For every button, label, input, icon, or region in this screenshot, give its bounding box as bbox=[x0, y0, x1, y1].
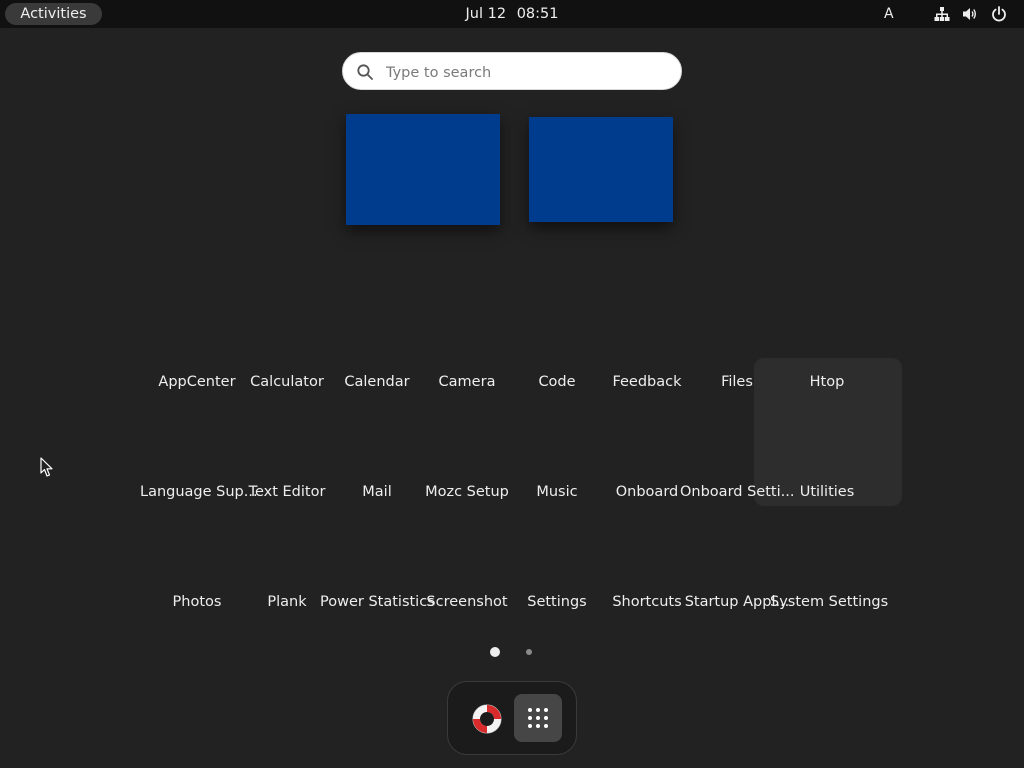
power-icon[interactable] bbox=[991, 6, 1007, 22]
app-photos[interactable]: Photos bbox=[152, 534, 242, 644]
app-feedback[interactable]: Feedback bbox=[602, 314, 692, 424]
volume-icon[interactable] bbox=[962, 6, 978, 22]
app-mozc-setup[interactable]: Mozc Setup bbox=[422, 424, 512, 534]
workspace-thumbnail[interactable] bbox=[529, 117, 673, 222]
app-mail[interactable]: Mail bbox=[332, 424, 422, 534]
app-htop[interactable]: Htop bbox=[782, 314, 872, 424]
mouse-cursor-icon bbox=[40, 457, 53, 477]
app-calendar[interactable]: Calendar bbox=[332, 314, 422, 424]
app-system-settings[interactable]: System Settings bbox=[770, 534, 888, 644]
show-apps-button[interactable] bbox=[514, 694, 562, 742]
page-indicator-1[interactable] bbox=[490, 647, 500, 657]
help-icon[interactable] bbox=[470, 702, 504, 736]
app-onboard-settings[interactable]: Onboard Setti... bbox=[680, 424, 794, 534]
search-box[interactable] bbox=[342, 52, 682, 90]
app-language-support[interactable]: Language Sup... bbox=[140, 424, 258, 534]
app-settings[interactable]: Settings bbox=[512, 534, 602, 644]
app-plank[interactable]: Plank bbox=[242, 534, 332, 644]
app-appcenter[interactable]: AppCenter bbox=[152, 314, 242, 424]
app-code[interactable]: Code bbox=[512, 314, 602, 424]
keyboard-layout-indicator[interactable]: A bbox=[884, 0, 894, 28]
app-power-statistics[interactable]: Power Statistics bbox=[320, 534, 435, 644]
search-input[interactable] bbox=[384, 61, 668, 85]
app-screenshot[interactable]: Screenshot bbox=[422, 534, 512, 644]
app-music[interactable]: Music bbox=[512, 424, 602, 534]
clock-date: Jul 12 bbox=[465, 6, 507, 22]
app-label: System Settings bbox=[770, 594, 889, 610]
app-shortcuts[interactable]: Shortcuts bbox=[602, 534, 692, 644]
app-text-editor[interactable]: Text Editor bbox=[242, 424, 332, 534]
app-onboard[interactable]: Onboard bbox=[602, 424, 692, 534]
search-icon bbox=[357, 64, 373, 80]
app-camera[interactable]: Camera bbox=[422, 314, 512, 424]
app-folder-utilities[interactable]: Utilities bbox=[782, 424, 872, 534]
app-label: Utilities bbox=[799, 484, 855, 500]
dock bbox=[447, 681, 577, 755]
clock-time: 08:51 bbox=[516, 6, 559, 22]
top-bar: Activities Jul 12 08:51 A bbox=[0, 0, 1024, 28]
activities-button[interactable]: Activities bbox=[5, 3, 102, 25]
app-calculator[interactable]: Calculator bbox=[242, 314, 332, 424]
app-label: Htop bbox=[809, 374, 845, 390]
network-icon[interactable] bbox=[934, 6, 950, 22]
show-apps-icon bbox=[528, 708, 548, 728]
clock[interactable]: Jul 12 08:51 bbox=[0, 0, 1024, 28]
app-startup-applications[interactable]: Startup Appl... bbox=[685, 534, 790, 644]
workspace-thumbnail[interactable] bbox=[346, 114, 500, 225]
page-indicator-2[interactable] bbox=[526, 649, 532, 655]
